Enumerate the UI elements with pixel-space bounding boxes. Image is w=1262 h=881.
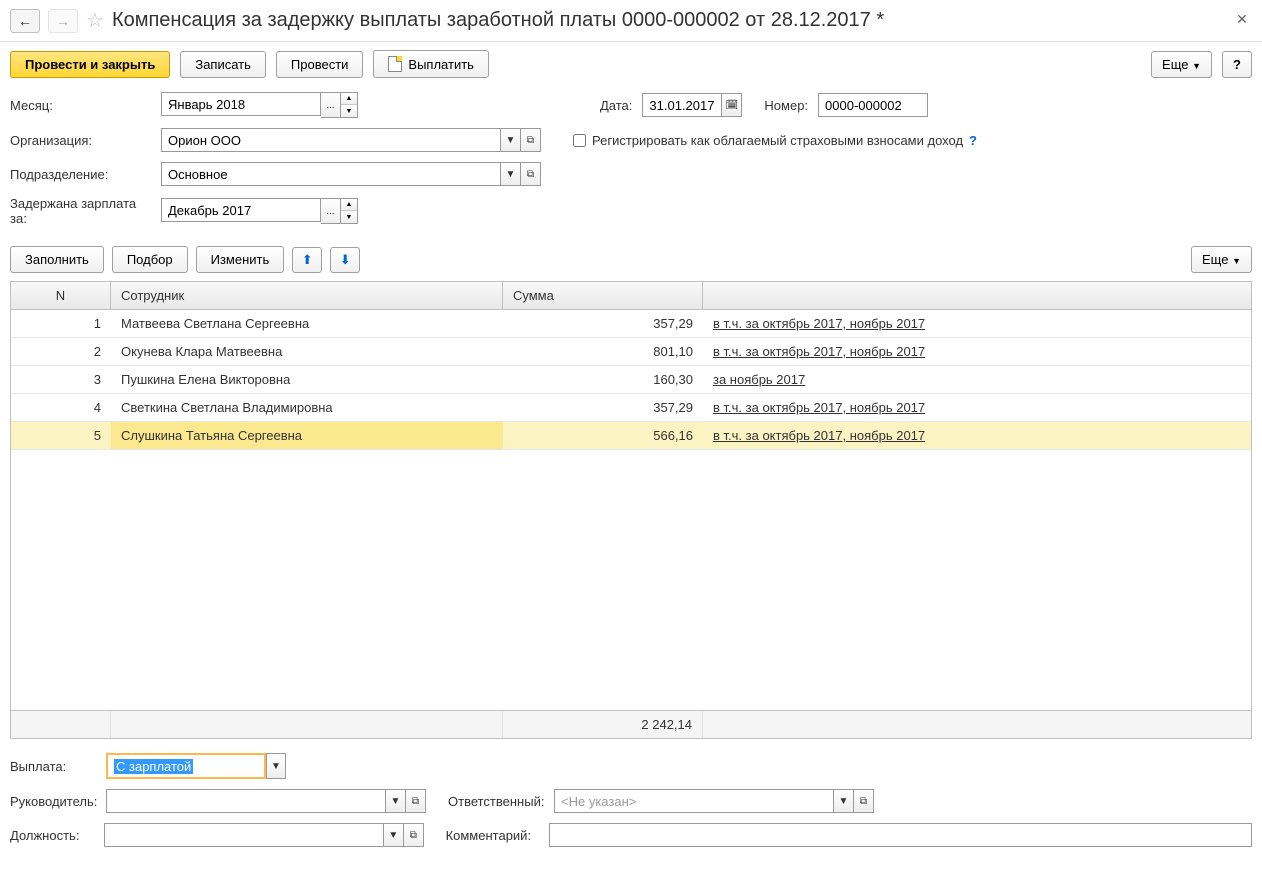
delayed-down-button[interactable]: ▼ <box>341 211 357 223</box>
month-input[interactable] <box>161 92 321 116</box>
dept-open-button[interactable]: ⧉ <box>521 162 541 186</box>
cell-n: 5 <box>11 422 111 449</box>
payout-select[interactable]: С зарплатой <box>106 753 266 779</box>
responsible-input[interactable] <box>554 789 834 813</box>
table-row[interactable]: 3Пушкина Елена Викторовна160,30 за ноябрь… <box>11 366 1251 394</box>
details-link[interactable]: в т.ч. за октябрь 2017, ноябрь 2017 <box>713 400 925 415</box>
details-link[interactable]: в т.ч. за октябрь 2017, ноябрь 2017 <box>713 428 925 443</box>
date-input[interactable] <box>642 93 722 117</box>
manager-open-button[interactable]: ⧉ <box>406 789 426 813</box>
position-input[interactable] <box>104 823 384 847</box>
details-link[interactable]: за ноябрь 2017 <box>713 372 805 387</box>
manager-dropdown-button[interactable]: ▼ <box>386 789 406 813</box>
fill-button[interactable]: Заполнить <box>10 246 104 273</box>
number-input[interactable] <box>818 93 928 117</box>
col-details[interactable] <box>703 282 1251 309</box>
register-help-icon[interactable]: ? <box>969 133 977 148</box>
register-label: Регистрировать как облагаемый страховыми… <box>592 133 963 148</box>
col-n[interactable]: N <box>11 282 111 309</box>
org-input[interactable] <box>161 128 501 152</box>
cell-employee: Светкина Светлана Владимировна <box>111 394 503 421</box>
help-button[interactable]: ? <box>1222 51 1252 78</box>
close-button[interactable]: ✕ <box>1232 11 1252 31</box>
cell-details: в т.ч. за октябрь 2017, ноябрь 2017 <box>703 338 1251 365</box>
total-sum: 2 242,14 <box>503 711 703 738</box>
more-button[interactable]: Еще ▼ <box>1151 51 1212 78</box>
month-ellipsis-button[interactable]: ... <box>321 92 341 118</box>
payout-dropdown-button[interactable]: ▼ <box>266 753 286 779</box>
details-link[interactable]: в т.ч. за октябрь 2017, ноябрь 2017 <box>713 344 925 359</box>
cell-details: за ноябрь 2017 <box>703 366 1251 393</box>
cell-n: 4 <box>11 394 111 421</box>
dept-input[interactable] <box>161 162 501 186</box>
cell-employee: Пушкина Елена Викторовна <box>111 366 503 393</box>
cell-details: в т.ч. за октябрь 2017, ноябрь 2017 <box>703 394 1251 421</box>
number-label: Номер: <box>764 98 808 113</box>
cell-employee: Окунева Клара Матвеевна <box>111 338 503 365</box>
dept-dropdown-button[interactable]: ▼ <box>501 162 521 186</box>
payout-value: С зарплатой <box>114 759 193 774</box>
org-open-button[interactable]: ⧉ <box>521 128 541 152</box>
pay-button[interactable]: Выплатить <box>373 50 489 78</box>
cell-sum: 566,16 <box>503 422 703 449</box>
pick-button[interactable]: Подбор <box>112 246 188 273</box>
nav-back-button[interactable]: ← <box>10 9 40 33</box>
comment-label: Комментарий: <box>446 828 544 843</box>
date-calendar-button[interactable]: 🗓 <box>722 93 742 117</box>
payout-label: Выплата: <box>10 759 100 774</box>
col-sum[interactable]: Сумма <box>503 282 703 309</box>
details-link[interactable]: в т.ч. за октябрь 2017, ноябрь 2017 <box>713 316 925 331</box>
favorite-icon[interactable]: ☆ <box>86 8 104 33</box>
responsible-label: Ответственный: <box>448 794 548 809</box>
table-row[interactable]: 4Светкина Светлана Владимировна357,29 в т… <box>11 394 1251 422</box>
month-up-button[interactable]: ▲ <box>341 93 357 105</box>
cell-n: 2 <box>11 338 111 365</box>
cell-employee: Матвеева Светлана Сергеевна <box>111 310 503 337</box>
pay-button-label: Выплатить <box>408 57 474 72</box>
org-dropdown-button[interactable]: ▼ <box>501 128 521 152</box>
cell-sum: 357,29 <box>503 310 703 337</box>
save-button[interactable]: Записать <box>180 51 266 78</box>
delayed-input[interactable] <box>161 198 321 222</box>
cell-sum: 801,10 <box>503 338 703 365</box>
cell-employee: Слушкина Татьяна Сергеевна <box>111 422 503 449</box>
table-row[interactable]: 5Слушкина Татьяна Сергеевна566,16 в т.ч. … <box>11 422 1251 450</box>
manager-input[interactable] <box>106 789 386 813</box>
window-title: Компенсация за задержку выплаты заработн… <box>112 9 1224 32</box>
org-label: Организация: <box>10 133 155 148</box>
position-label: Должность: <box>10 828 98 843</box>
cell-details: в т.ч. за октябрь 2017, ноябрь 2017 <box>703 310 1251 337</box>
move-up-button[interactable]: ⬆ <box>292 247 322 273</box>
employees-table: N Сотрудник Сумма 1Матвеева Светлана Сер… <box>10 281 1252 739</box>
responsible-open-button[interactable]: ⧉ <box>854 789 874 813</box>
cell-sum: 160,30 <box>503 366 703 393</box>
delayed-label: Задержана зарплата за: <box>10 196 155 226</box>
comment-input[interactable] <box>549 823 1252 847</box>
month-down-button[interactable]: ▼ <box>341 105 357 117</box>
move-down-button[interactable]: ⬇ <box>330 247 360 273</box>
dept-label: Подразделение: <box>10 167 155 182</box>
cell-n: 3 <box>11 366 111 393</box>
responsible-dropdown-button[interactable]: ▼ <box>834 789 854 813</box>
position-open-button[interactable]: ⧉ <box>404 823 424 847</box>
document-icon <box>388 56 402 72</box>
delayed-ellipsis-button[interactable]: ... <box>321 198 341 224</box>
month-label: Месяц: <box>10 98 155 113</box>
cell-sum: 357,29 <box>503 394 703 421</box>
post-button[interactable]: Провести <box>276 51 364 78</box>
manager-label: Руководитель: <box>10 794 100 809</box>
date-label: Дата: <box>600 98 632 113</box>
register-checkbox[interactable] <box>573 134 586 147</box>
edit-button[interactable]: Изменить <box>196 246 285 273</box>
cell-details: в т.ч. за октябрь 2017, ноябрь 2017 <box>703 422 1251 449</box>
nav-forward-button[interactable]: → <box>48 9 78 33</box>
post-and-close-button[interactable]: Провести и закрыть <box>10 51 170 78</box>
cell-n: 1 <box>11 310 111 337</box>
delayed-up-button[interactable]: ▲ <box>341 199 357 211</box>
table-row[interactable]: 2Окунева Клара Матвеевна801,10 в т.ч. за … <box>11 338 1251 366</box>
position-dropdown-button[interactable]: ▼ <box>384 823 404 847</box>
col-employee[interactable]: Сотрудник <box>111 282 503 309</box>
table-more-button[interactable]: Еще ▼ <box>1191 246 1252 273</box>
table-row[interactable]: 1Матвеева Светлана Сергеевна357,29 в т.ч.… <box>11 310 1251 338</box>
